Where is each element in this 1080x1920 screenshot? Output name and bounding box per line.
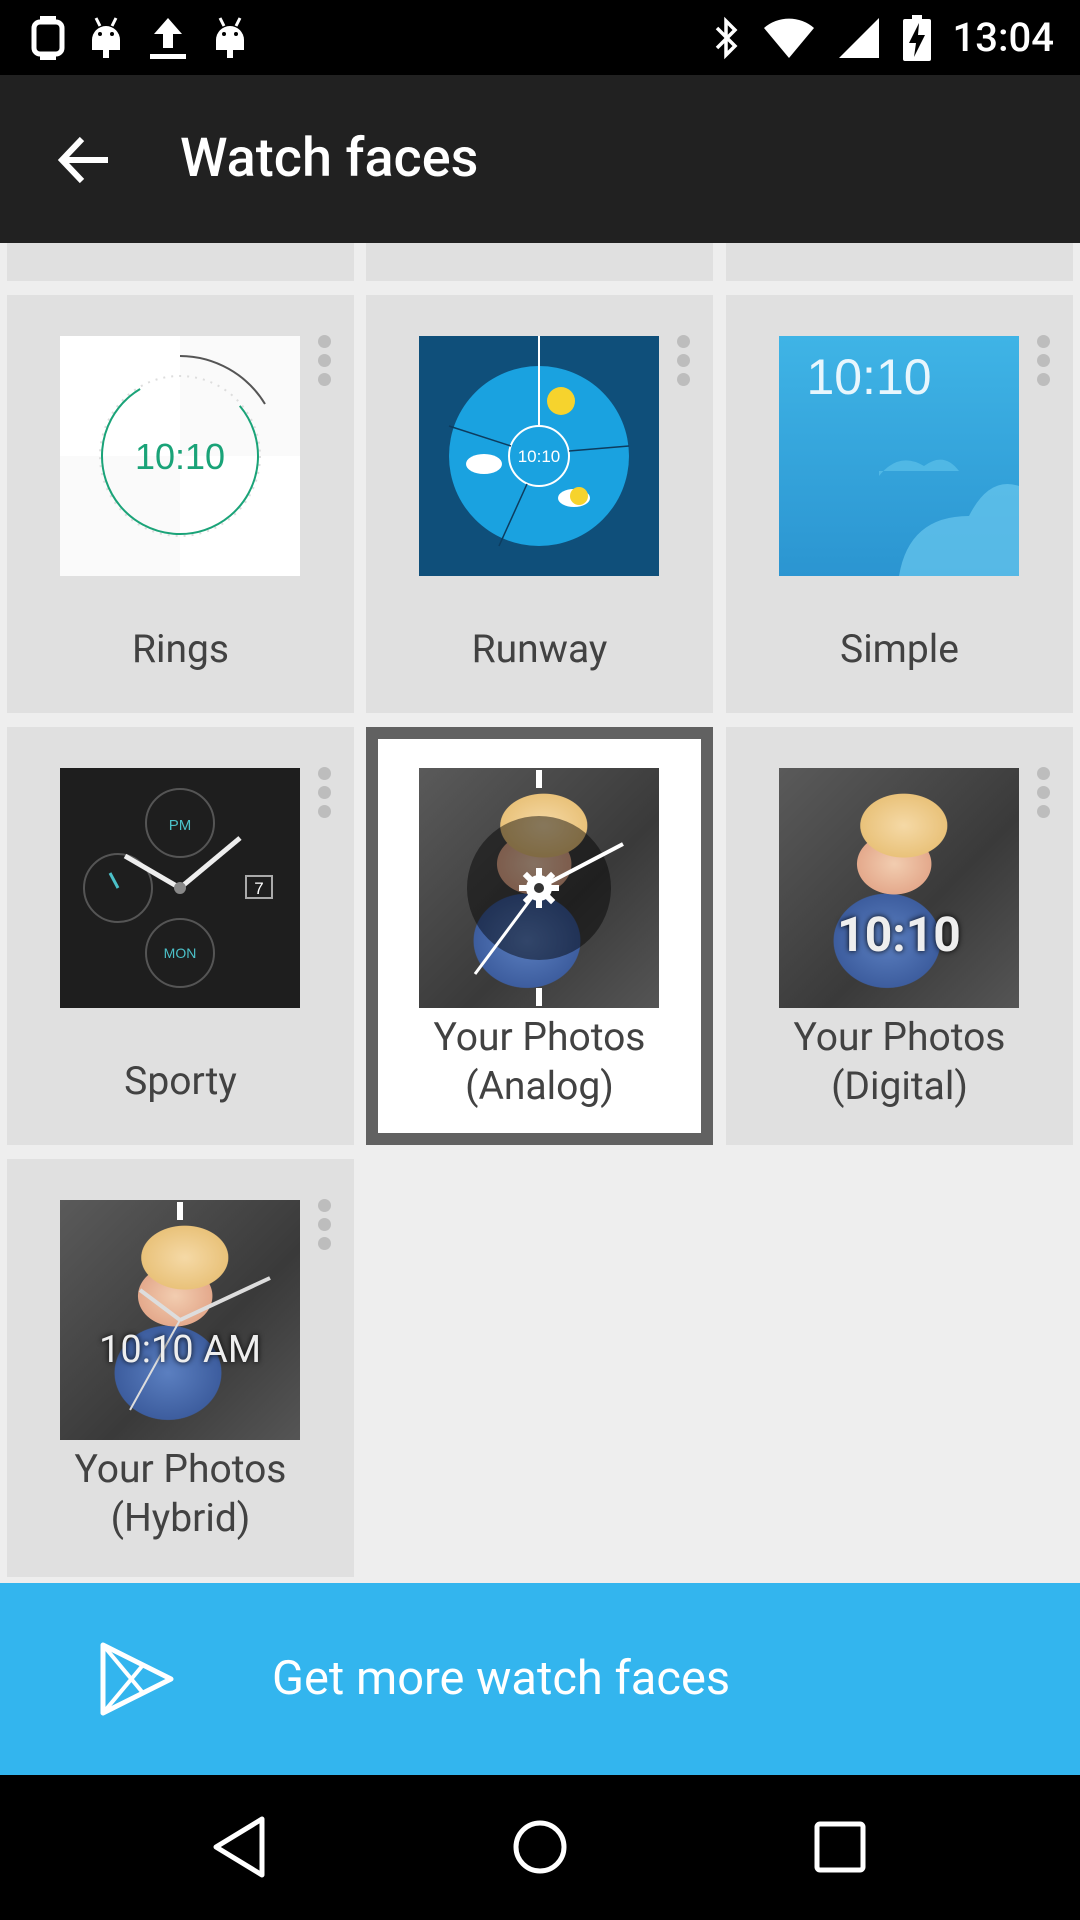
watch-face-label: Your Photos (Digital) [726,1013,1073,1111]
promo-label: Get more watch faces [272,1651,731,1706]
label-line-1: Your Photos [793,1014,1006,1060]
bluetooth-icon [715,16,737,59]
photos-hybrid-thumbnail: 10:10 AM [60,1200,300,1440]
photos-hybrid-time: 10:10 AM [98,1328,262,1372]
photos-digital-time: 10:10 [837,906,961,963]
play-store-icon [100,1642,174,1716]
arrow-back-icon [57,136,108,184]
watch-face-tile-photos-analog[interactable]: Your Photos (Analog) [366,727,713,1145]
overflow-menu-icon[interactable] [1035,767,1051,818]
nav-recents-button[interactable] [800,1807,880,1887]
get-more-watch-faces-button[interactable]: Get more watch faces [0,1583,1080,1775]
page-title: Watch faces [180,127,479,190]
nav-home-button[interactable] [500,1807,580,1887]
back-button[interactable] [50,125,120,195]
simple-thumbnail: 10:10 [779,336,1019,576]
watch-face-tile-runway[interactable]: 10:10 Runway [366,295,713,713]
overflow-menu-icon[interactable] [316,335,332,386]
label-line-2: (Hybrid) [110,1495,251,1541]
sporty-subdial-top: PM [169,817,192,834]
watch-face-label: Your Photos (Analog) [378,1013,701,1111]
overflow-menu-icon[interactable] [1035,335,1051,386]
watch-face-tile-rings[interactable]: 10:10 Rings [7,295,354,713]
runway-time: 10:10 [518,447,561,466]
battery-charging-icon [902,14,931,61]
overflow-menu-icon[interactable] [316,767,332,818]
watch-face-label: Your Photos (Hybrid) [7,1445,354,1543]
nav-back-button[interactable] [200,1807,280,1887]
wifi-icon [763,18,814,58]
watch-icon [31,15,65,60]
label-line-2: (Analog) [465,1063,614,1109]
simple-time: 10:10 [806,349,931,405]
watch-face-tile-photos-hybrid[interactable]: 10:10 AM Your Photos (Hybrid) [7,1159,354,1577]
square-recents-icon [814,1821,866,1873]
triangle-back-icon [213,1816,265,1878]
watch-face-tile-sporty[interactable]: 7 PM MON Sporty [7,727,354,1145]
photos-digital-thumbnail: 10:10 [779,768,1019,1008]
navigation-bar [0,1775,1080,1920]
rings-thumbnail: 10:10 [60,336,300,576]
overflow-menu-icon[interactable] [316,1199,332,1250]
sporty-subdial-bottom: MON [164,945,197,961]
partial-tile[interactable] [366,243,713,281]
watch-face-label: Rings [131,626,230,672]
android-icon [92,16,120,58]
settings-gear-icon[interactable] [517,866,561,910]
watch-face-tile-photos-digital[interactable]: 10:10 Your Photos (Digital) [726,727,1073,1145]
rings-time: 10:10 [135,436,225,477]
sporty-thumbnail: 7 PM MON [60,768,300,1008]
app-bar: Watch faces [0,75,1080,243]
status-time: 13:04 [952,14,1054,61]
signal-icon [838,17,879,58]
overflow-menu-icon[interactable] [675,335,691,386]
upload-icon [150,17,186,59]
partial-tile[interactable] [7,243,354,281]
sporty-date: 7 [254,879,263,898]
photos-analog-thumbnail [419,768,659,1008]
partial-tile[interactable] [726,243,1073,281]
label-line-1: Your Photos [74,1446,287,1492]
android-icon [216,16,244,58]
label-line-1: Your Photos [433,1014,646,1060]
status-bar: 13:04 [0,0,1080,75]
watch-face-label: Simple [840,626,959,672]
label-line-2: (Digital) [831,1063,968,1109]
watch-face-label: Sporty [124,1058,237,1104]
circle-home-icon [513,1820,567,1874]
watch-face-tile-simple[interactable]: 10:10 Simple [726,295,1073,713]
runway-thumbnail: 10:10 [419,336,659,576]
watch-face-label: Runway [471,626,608,672]
